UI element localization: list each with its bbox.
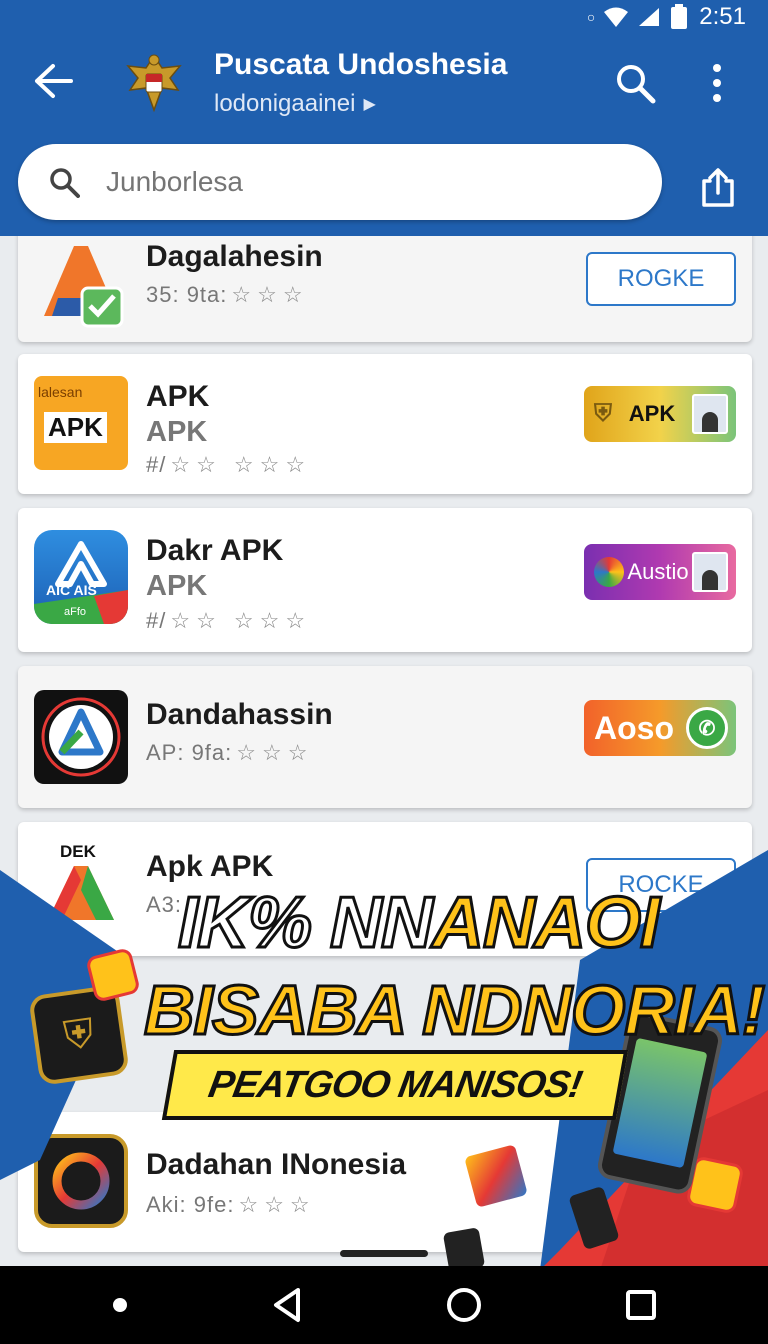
- dakr-app-icon: AIC AIS aFfo: [34, 530, 128, 624]
- search-icon: [617, 65, 656, 104]
- promo-headline-1-yellow: ANAOI: [431, 882, 662, 965]
- more-vert-icon: [713, 64, 721, 102]
- app-meta: AP: 9fa: ☆☆☆: [146, 740, 313, 766]
- app-name: Dakr APK: [146, 534, 284, 567]
- promo-cta-banner[interactable]: PEATGOO MANISOS!: [161, 1050, 629, 1120]
- gesture-handle: [340, 1250, 428, 1257]
- search-bar[interactable]: [18, 144, 662, 220]
- status-bar: ○ 2:51: [0, 0, 768, 34]
- app-subtitle: APK: [146, 416, 208, 448]
- app-name: Dagalahesin: [146, 240, 323, 273]
- app-name: APK: [146, 380, 210, 413]
- apk-button-label: APK: [628, 401, 676, 426]
- notification-dot-icon: ○: [586, 9, 596, 25]
- person-thumbnail: [692, 552, 728, 592]
- dot-icon[interactable]: [110, 1295, 130, 1315]
- rating-stars: ☆☆ ☆☆☆: [170, 608, 312, 633]
- rating-stars: ☆☆☆: [236, 740, 314, 765]
- install-button[interactable]: ROGKE: [586, 252, 736, 306]
- back-triangle-icon[interactable]: [270, 1286, 304, 1324]
- icon-top-text: lalesan: [38, 384, 83, 400]
- aoso-button-label: Aoso: [594, 709, 674, 746]
- apk-app-icon: lalesan APK: [34, 376, 128, 470]
- system-nav-bar: [0, 1266, 768, 1344]
- status-time: 2:51: [699, 3, 746, 30]
- person-thumbnail: [691, 394, 728, 434]
- app-meta-text: #/: [146, 452, 167, 477]
- app-meta: #/☆☆ ☆☆☆: [146, 608, 311, 634]
- list-item[interactable]: Dandahassin AP: 9fa: ☆☆☆ Aoso ✆: [18, 666, 752, 808]
- wifi-icon: [604, 7, 629, 27]
- search-input[interactable]: [106, 166, 586, 198]
- rating-stars: ☆☆☆: [231, 282, 309, 307]
- search-button[interactable]: [610, 58, 660, 108]
- app-subtitle: APK: [146, 570, 208, 602]
- page-title: Puscata Undoshesia: [214, 48, 508, 81]
- back-button[interactable]: [28, 56, 78, 106]
- home-circle-icon[interactable]: [444, 1285, 484, 1325]
- rainbow-logo-icon: [594, 557, 624, 587]
- page-subtitle[interactable]: lodonigaainei ▶: [214, 90, 376, 118]
- austio-button[interactable]: Austio: [584, 544, 736, 600]
- overflow-menu-button[interactable]: [694, 58, 740, 108]
- icon-label: APK: [44, 412, 107, 443]
- app-meta-text: 35: 9ta:: [146, 282, 228, 307]
- austio-button-label: Austio: [627, 559, 689, 584]
- arrow-back-icon: [35, 64, 73, 98]
- mini-phone-icon: [442, 1227, 486, 1270]
- promo-headline-1: IK% NNANAOI: [176, 882, 662, 965]
- aoso-button[interactable]: Aoso ✆: [584, 700, 736, 756]
- share-icon: [702, 168, 734, 207]
- whatsapp-icon: ✆: [686, 707, 728, 749]
- garuda-badge-icon: ⛨: [28, 984, 130, 1086]
- signal-icon: [639, 8, 660, 26]
- play-arrow-icon: ▶: [363, 96, 376, 113]
- icon-badge: aFfo: [64, 606, 87, 618]
- app-meta: #/☆☆ ☆☆☆: [146, 452, 311, 478]
- battery-icon: [671, 4, 688, 29]
- share-button[interactable]: [692, 162, 744, 214]
- app-icon: [34, 238, 128, 332]
- promo-banner[interactable]: ⛨ IK% NNANAOI BISABA NDNORIA! PEATGOO MA…: [0, 850, 768, 1270]
- app-meta-text: AP: 9fa:: [146, 740, 233, 765]
- list-item[interactable]: lalesan APK APK APK #/☆☆ ☆☆☆ ⛨ APK: [18, 354, 752, 494]
- app-meta-text: #/: [146, 608, 167, 633]
- app-meta: 35: 9ta: ☆☆☆: [146, 282, 309, 308]
- search-icon: [50, 168, 80, 198]
- shield-emblem-icon: ⛨: [594, 400, 612, 427]
- app-bar: Puscata Undoshesia lodonigaainei ▶: [0, 34, 768, 236]
- promo-headline-2: BISABA NDNORIA!: [142, 970, 766, 1051]
- icon-label: AIC AIS: [46, 582, 97, 598]
- status-icons: ○: [587, 4, 689, 30]
- apk-button[interactable]: ⛨ APK: [584, 386, 736, 442]
- rating-stars: ☆☆ ☆☆☆: [170, 452, 312, 477]
- list-item[interactable]: Dagalahesin 35: 9ta: ☆☆☆ ROGKE: [18, 236, 752, 342]
- promo-headline-1-white: IK% NN: [176, 882, 434, 965]
- recents-square-icon[interactable]: [624, 1288, 658, 1322]
- garuda-emblem-logo: [118, 48, 190, 120]
- app-name: Dandahassin: [146, 698, 333, 731]
- list-item[interactable]: AIC AIS aFfo Dakr APK APK #/☆☆ ☆☆☆ Austi…: [18, 508, 752, 652]
- dandahassin-app-icon: [34, 690, 128, 784]
- subtitle-text: lodonigaainei: [214, 90, 356, 117]
